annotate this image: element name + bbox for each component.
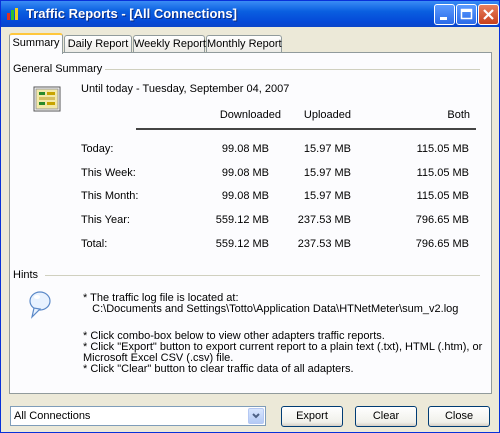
- row-label-today: Today:: [81, 143, 114, 155]
- row-label-this-year: This Year:: [81, 214, 130, 226]
- today-both: 115.05 MB: [416, 143, 469, 155]
- this-year-both: 796.65 MB: [415, 214, 469, 226]
- tab-weekly-report[interactable]: Weekly Report: [133, 35, 206, 52]
- adapter-select[interactable]: All Connections: [10, 406, 266, 426]
- this-year-uploaded: 237.53 MB: [297, 214, 351, 226]
- info-balloon-icon: [29, 291, 51, 319]
- this-week-downloaded: 99.08 MB: [221, 167, 269, 179]
- report-icon: [33, 86, 61, 112]
- total-both: 796.65 MB: [415, 238, 469, 250]
- minimize-icon: [440, 17, 447, 20]
- adapter-select-value: All Connections: [14, 410, 91, 422]
- this-month-uploaded: 15.97 MB: [303, 190, 351, 202]
- close-button[interactable]: Close: [428, 406, 490, 427]
- this-year-downloaded: 559.12 MB: [215, 214, 269, 226]
- report-date-range: Until today - Tuesday, September 04, 200…: [81, 83, 290, 95]
- this-week-uploaded: 15.97 MB: [303, 167, 351, 179]
- this-month-downloaded: 99.08 MB: [221, 190, 269, 202]
- adapter-dropdown-button[interactable]: [248, 408, 264, 424]
- clear-button[interactable]: Clear: [355, 406, 417, 427]
- maximize-button[interactable]: [456, 4, 477, 25]
- total-downloaded: 559.12 MB: [215, 238, 269, 250]
- minimize-button[interactable]: [434, 4, 455, 25]
- general-summary-title: General Summary: [13, 63, 103, 75]
- column-header-uploaded: Uploaded: [303, 109, 351, 121]
- window-title: Traffic Reports - [All Connections]: [26, 6, 237, 21]
- general-summary-divider: [105, 69, 480, 70]
- close-icon: [483, 9, 494, 20]
- traffic-meter-app-icon: [7, 8, 18, 20]
- hint-log-path: C:\Documents and Settings\Totto\Applicat…: [83, 303, 459, 315]
- hints-divider: [45, 275, 480, 276]
- hints-title: Hints: [13, 269, 39, 281]
- traffic-reports-window: Traffic Reports - [All Connections] Summ…: [0, 0, 500, 433]
- tab-summary[interactable]: Summary: [9, 33, 63, 54]
- row-label-this-month: This Month:: [81, 190, 139, 202]
- title-bar[interactable]: Traffic Reports - [All Connections]: [1, 1, 499, 27]
- maximize-icon: [460, 8, 473, 20]
- today-uploaded: 15.97 MB: [303, 143, 351, 155]
- this-week-both: 115.05 MB: [416, 167, 469, 179]
- this-month-both: 115.05 MB: [416, 190, 469, 202]
- today-downloaded: 99.08 MB: [221, 143, 269, 155]
- tab-monthly-report[interactable]: Monthly Report: [206, 35, 282, 52]
- total-uploaded: 237.53 MB: [297, 238, 351, 250]
- row-label-this-week: This Week:: [81, 167, 136, 179]
- tab-daily-report[interactable]: Daily Report: [64, 35, 132, 52]
- chevron-down-icon: [252, 413, 260, 419]
- close-window-button[interactable]: [478, 4, 499, 25]
- hint-clear: * Click "Clear" button to clear traffic …: [83, 363, 354, 375]
- table-header-rule: [136, 128, 476, 130]
- column-header-both: Both: [447, 109, 470, 121]
- export-button[interactable]: Export: [281, 406, 343, 427]
- row-label-total: Total:: [81, 238, 108, 250]
